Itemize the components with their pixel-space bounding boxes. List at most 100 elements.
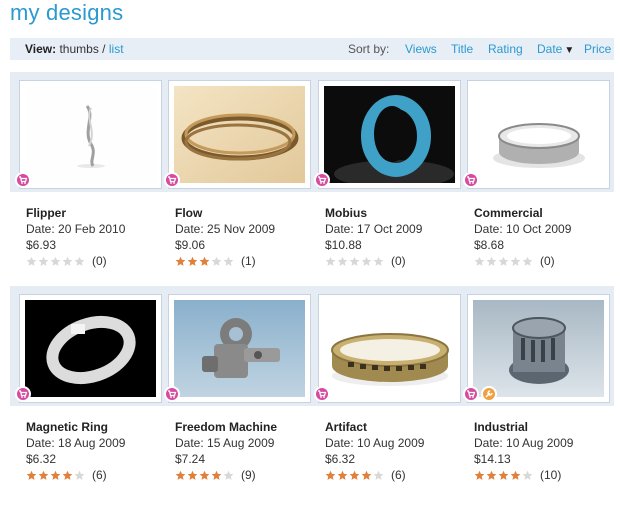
design-thumbnail[interactable]: [318, 80, 461, 189]
rating-row: (1): [175, 253, 275, 269]
design-image[interactable]: [174, 300, 305, 397]
sort-rating-link[interactable]: Rating: [488, 42, 523, 56]
star-filled-icon[interactable]: [349, 470, 360, 481]
design-date: Date: 15 Aug 2009: [175, 436, 275, 450]
cart-icon[interactable]: [15, 172, 31, 188]
design-thumbnail[interactable]: [168, 80, 311, 189]
design-name[interactable]: Flow: [175, 205, 275, 221]
design-image[interactable]: [25, 86, 156, 183]
design-image[interactable]: [25, 300, 156, 397]
star-filled-icon[interactable]: [187, 256, 198, 267]
star-empty-icon[interactable]: [522, 256, 533, 267]
cart-icon[interactable]: [314, 386, 330, 402]
design-thumbnail[interactable]: [467, 80, 610, 189]
sort-views-link[interactable]: Views: [405, 42, 437, 56]
cart-icon[interactable]: [463, 386, 479, 402]
star-rating[interactable]: [474, 256, 534, 267]
star-rating[interactable]: [26, 256, 86, 267]
rating-count: (10): [540, 468, 562, 482]
design-name[interactable]: Industrial: [474, 419, 573, 435]
design-price: $8.68: [474, 238, 505, 252]
star-empty-icon[interactable]: [522, 470, 533, 481]
star-empty-icon[interactable]: [474, 256, 485, 267]
cart-icon[interactable]: [314, 172, 330, 188]
star-empty-icon[interactable]: [498, 256, 509, 267]
cart-icon[interactable]: [15, 386, 31, 402]
design-thumbnail[interactable]: [19, 294, 162, 403]
design-name[interactable]: Magnetic Ring: [26, 419, 125, 435]
design-name[interactable]: Mobius: [325, 205, 422, 221]
star-empty-icon[interactable]: [325, 256, 336, 267]
star-filled-icon[interactable]: [486, 470, 497, 481]
view-list-link[interactable]: list: [109, 42, 124, 56]
cart-icon[interactable]: [164, 172, 180, 188]
star-filled-icon[interactable]: [187, 470, 198, 481]
star-filled-icon[interactable]: [38, 470, 49, 481]
page-title: my designs: [10, 0, 124, 25]
star-rating[interactable]: [26, 470, 86, 481]
design-thumbnail[interactable]: [19, 80, 162, 189]
star-empty-icon[interactable]: [26, 256, 37, 267]
sort-date-link[interactable]: Date ▼: [537, 42, 574, 56]
star-filled-icon[interactable]: [26, 470, 37, 481]
star-empty-icon[interactable]: [373, 256, 384, 267]
star-filled-icon[interactable]: [325, 470, 336, 481]
star-empty-icon[interactable]: [373, 470, 384, 481]
star-rating[interactable]: [325, 256, 385, 267]
star-empty-icon[interactable]: [223, 470, 234, 481]
star-empty-icon[interactable]: [361, 256, 372, 267]
design-info: Industrial Date: 10 Aug 2009 $14.13 (10): [474, 419, 573, 483]
design-info: Commercial Date: 10 Oct 2009 $8.68 (0): [474, 205, 571, 269]
design-name[interactable]: Flipper: [26, 205, 125, 221]
star-empty-icon[interactable]: [62, 256, 73, 267]
star-filled-icon[interactable]: [337, 470, 348, 481]
star-filled-icon[interactable]: [50, 470, 61, 481]
star-rating[interactable]: [325, 470, 385, 481]
design-image[interactable]: [473, 300, 604, 397]
star-empty-icon[interactable]: [486, 256, 497, 267]
cart-icon[interactable]: [164, 386, 180, 402]
star-empty-icon[interactable]: [211, 256, 222, 267]
design-name[interactable]: Artifact: [325, 419, 424, 435]
star-empty-icon[interactable]: [74, 470, 85, 481]
star-empty-icon[interactable]: [38, 256, 49, 267]
sort-price-link[interactable]: Price: [584, 42, 611, 56]
star-filled-icon[interactable]: [199, 256, 210, 267]
wrench-icon[interactable]: [481, 386, 497, 402]
design-image[interactable]: [174, 86, 305, 183]
design-info: Flow Date: 25 Nov 2009 $9.06 (1): [175, 205, 275, 269]
star-rating[interactable]: [175, 470, 235, 481]
star-filled-icon[interactable]: [175, 256, 186, 267]
star-empty-icon[interactable]: [74, 256, 85, 267]
star-empty-icon[interactable]: [223, 256, 234, 267]
star-filled-icon[interactable]: [474, 470, 485, 481]
design-thumbnail[interactable]: [168, 294, 311, 403]
rating-row: (0): [325, 253, 422, 269]
star-filled-icon[interactable]: [498, 470, 509, 481]
star-filled-icon[interactable]: [199, 470, 210, 481]
star-filled-icon[interactable]: [175, 470, 186, 481]
cart-icon[interactable]: [463, 172, 479, 188]
design-image[interactable]: [473, 86, 604, 183]
star-filled-icon[interactable]: [510, 470, 521, 481]
sort-title-link[interactable]: Title: [451, 42, 473, 56]
design-image[interactable]: [324, 86, 455, 183]
star-filled-icon[interactable]: [211, 470, 222, 481]
design-date: Date: 17 Oct 2009: [325, 222, 423, 236]
design-thumbnail[interactable]: [318, 294, 461, 403]
star-empty-icon[interactable]: [337, 256, 348, 267]
design-info: Flipper Date: 20 Feb 2010 $6.93 (0): [26, 205, 125, 269]
star-rating[interactable]: [175, 256, 235, 267]
design-name[interactable]: Commercial: [474, 205, 571, 221]
star-rating[interactable]: [474, 470, 534, 481]
rating-row: (0): [26, 253, 125, 269]
star-filled-icon[interactable]: [62, 470, 73, 481]
design-image[interactable]: [324, 300, 455, 397]
rating-row: (6): [325, 467, 424, 483]
star-empty-icon[interactable]: [349, 256, 360, 267]
star-empty-icon[interactable]: [50, 256, 61, 267]
star-empty-icon[interactable]: [510, 256, 521, 267]
rating-count: (0): [92, 254, 107, 268]
design-name[interactable]: Freedom Machine: [175, 419, 277, 435]
star-filled-icon[interactable]: [361, 470, 372, 481]
